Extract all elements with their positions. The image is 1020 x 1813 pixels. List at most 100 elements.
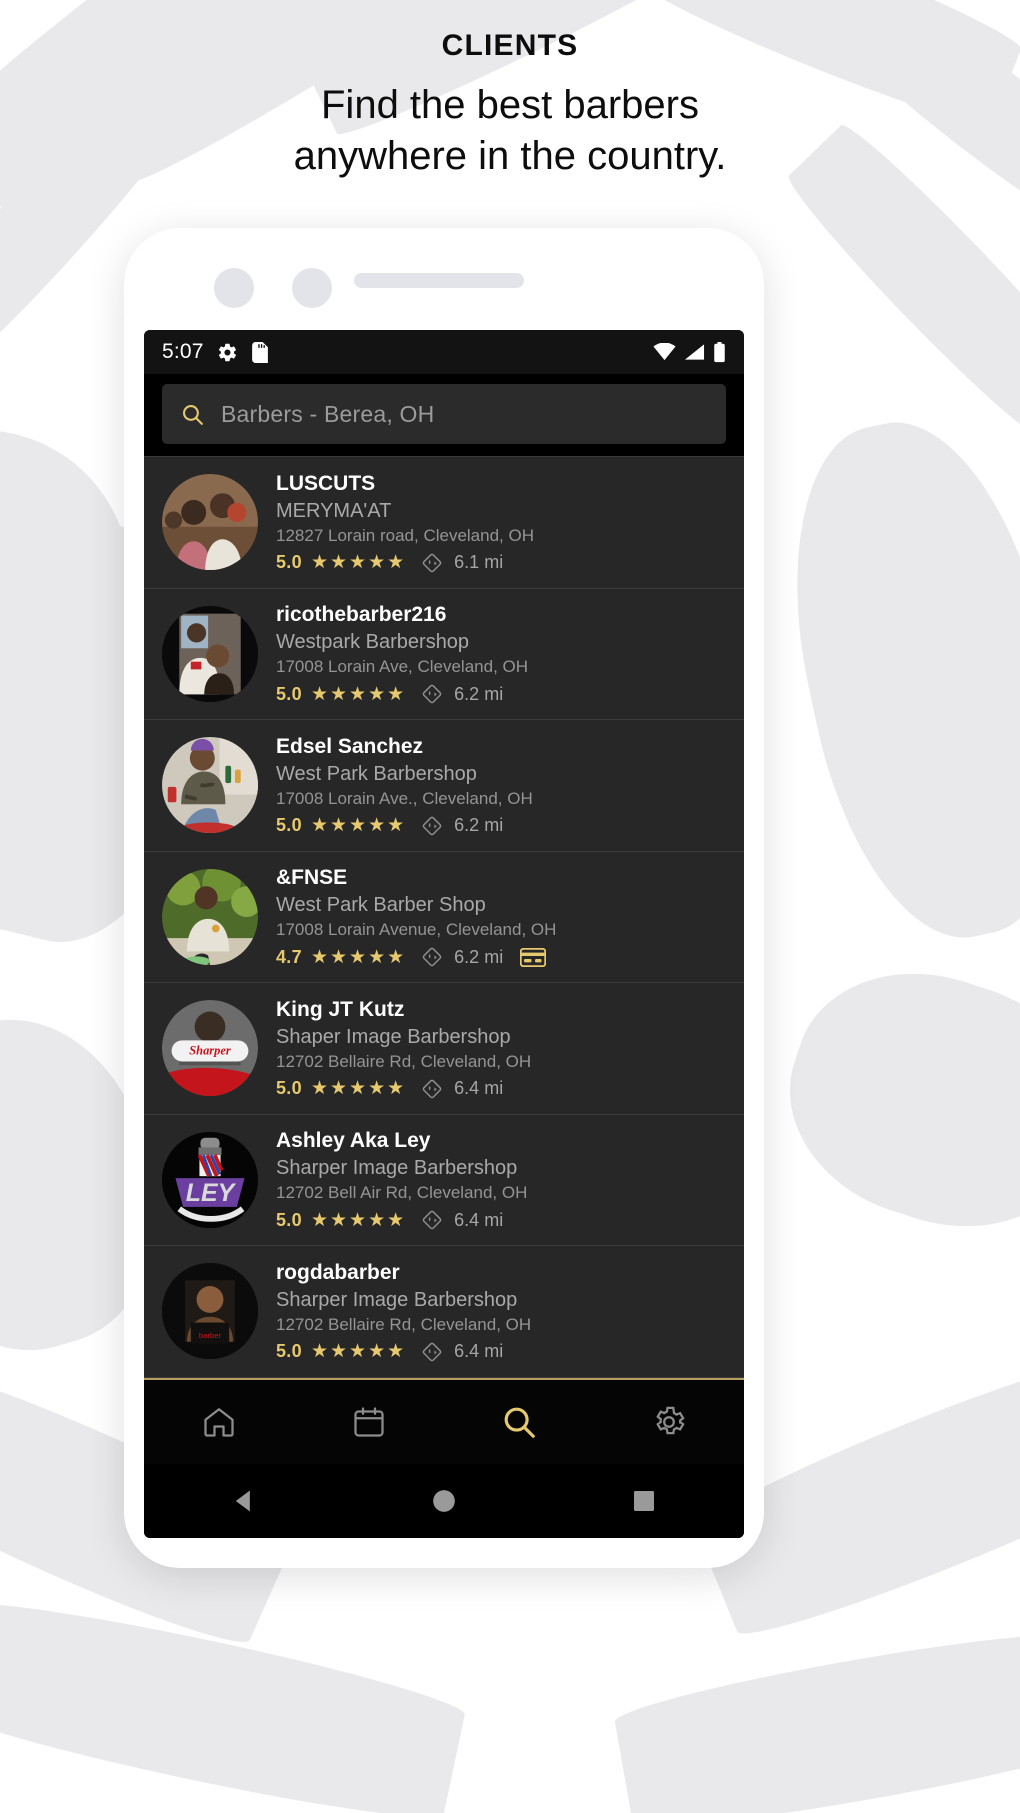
sd-card-icon xyxy=(251,341,269,363)
barber-name: Ashley Aka Ley xyxy=(276,1129,431,1153)
directions-icon xyxy=(421,1341,443,1363)
search-section: Barbers - Berea, OH xyxy=(144,374,744,456)
barber-address: 17008 Lorain Ave, Cleveland, OH xyxy=(276,657,529,677)
directions-icon xyxy=(421,946,443,968)
star-icon: ★ xyxy=(310,683,328,705)
star-icon: ★ xyxy=(349,1341,367,1363)
barber-address: 12702 Bellaire Rd, Cleveland, OH xyxy=(276,1314,532,1334)
barber-result-row[interactable]: Edsel Sanchez West Park Barbershop 17008… xyxy=(144,720,744,852)
gear-icon xyxy=(656,1406,685,1435)
barber-result-row[interactable]: Sharper King JT Kutz Shaper Image Barber… xyxy=(144,983,744,1115)
distance-value: 6.4 mi xyxy=(454,1341,504,1362)
system-back-button[interactable] xyxy=(199,1464,289,1538)
rating-value: 5.0 xyxy=(276,815,302,836)
system-recents-button[interactable] xyxy=(599,1464,689,1538)
front-camera-dot xyxy=(214,268,254,308)
star-icon: ★ xyxy=(368,683,386,705)
android-system-nav[interactable] xyxy=(144,1464,744,1538)
calendar-icon xyxy=(354,1407,384,1437)
barber-result-row[interactable]: LUSCUTS MERYMA'AT 12827 Lorain road, Cle… xyxy=(144,457,744,589)
rating-stars: ★ ★ ★ ★ ★ xyxy=(311,685,404,704)
svg-text:barber: barber xyxy=(199,1331,222,1340)
star-icon: ★ xyxy=(329,1341,348,1363)
cell-signal-icon xyxy=(684,343,705,361)
barber-result-row[interactable]: ricothebarber216 Westpark Barbershop 170… xyxy=(144,588,744,720)
star-icon: ★ xyxy=(349,552,367,574)
distance-value: 6.1 mi xyxy=(454,552,504,573)
nav-item-settings[interactable] xyxy=(626,1379,712,1465)
phone-mockup: 5:07 Barbers - Berea, OH LUSCUTS MERYMA'… xyxy=(124,228,764,1568)
promo-headline-line-2: anywhere in the country. xyxy=(293,134,727,179)
rating-value: 5.0 xyxy=(276,1078,302,1099)
star-icon: ★ xyxy=(349,1078,367,1100)
barber-shop-name: West Park Barbershop xyxy=(276,762,477,785)
search-icon xyxy=(504,1407,535,1438)
gear-icon xyxy=(217,342,238,363)
barber-meta-row: 5.0 ★ ★ ★ ★ ★ 6.1 mi xyxy=(276,552,726,574)
star-icon: ★ xyxy=(387,552,405,574)
home-icon xyxy=(204,1408,234,1437)
avatar xyxy=(162,474,258,571)
system-home-button[interactable] xyxy=(399,1464,489,1538)
phone-screen: 5:07 Barbers - Berea, OH LUSCUTS MERYMA'… xyxy=(144,330,744,1538)
directions-icon xyxy=(421,1209,443,1231)
rating-stars: ★ ★ ★ ★ ★ xyxy=(311,1079,404,1098)
barber-result-row[interactable]: &FNSE West Park Barber Shop 17008 Lorain… xyxy=(144,851,744,983)
barber-address: 12702 Bellaire Rd, Cleveland, OH xyxy=(276,1051,532,1071)
star-icon: ★ xyxy=(329,552,348,574)
barber-result-row[interactable]: LEY Ashley Aka Ley Sharper Image Barbers… xyxy=(144,1114,744,1246)
star-icon: ★ xyxy=(349,946,367,968)
star-icon: ★ xyxy=(368,1209,386,1231)
search-input[interactable]: Barbers - Berea, OH xyxy=(162,384,726,444)
barber-shop-name: Sharper Image Barbershop xyxy=(276,1288,518,1311)
barber-shop-name: Shaper Image Barbershop xyxy=(276,1025,511,1048)
directions-icon xyxy=(421,683,443,705)
barber-meta-row: 4.7 ★ ★ ★ ★ ★ 6.2 mi xyxy=(276,946,726,968)
star-icon: ★ xyxy=(368,1341,386,1363)
rating-value: 5.0 xyxy=(276,1209,302,1230)
earpiece-speaker xyxy=(354,273,524,288)
barber-shop-name: West Park Barber Shop xyxy=(276,894,486,917)
app-bottom-nav[interactable] xyxy=(144,1378,744,1464)
barber-name: &FNSE xyxy=(276,866,348,890)
distance-value: 6.2 mi xyxy=(454,815,504,836)
rating-value: 4.7 xyxy=(276,946,302,967)
avatar: barber xyxy=(162,1263,258,1360)
avatar: LEY xyxy=(162,1131,258,1228)
star-icon: ★ xyxy=(329,683,348,705)
star-icon: ★ xyxy=(310,1341,328,1363)
star-icon: ★ xyxy=(329,1209,348,1231)
distance-value: 6.2 mi xyxy=(454,946,504,967)
star-icon: ★ xyxy=(349,815,367,837)
square-recents-icon xyxy=(634,1491,654,1511)
directions-icon xyxy=(421,1078,443,1100)
star-icon: ★ xyxy=(387,1078,405,1100)
nav-item-calendar[interactable] xyxy=(326,1379,412,1465)
barber-name: King JT Kutz xyxy=(276,997,405,1021)
barber-result-row[interactable]: barber rogdabarber Sharper Image Barbers… xyxy=(144,1246,744,1378)
distance-value: 6.4 mi xyxy=(454,1209,504,1230)
star-icon: ★ xyxy=(349,1209,367,1231)
barber-results-list[interactable]: LUSCUTS MERYMA'AT 12827 Lorain road, Cle… xyxy=(144,456,744,1378)
promo-headline-line-1: Find the best barbers xyxy=(321,83,699,127)
star-icon: ★ xyxy=(368,946,386,968)
android-status-bar: 5:07 xyxy=(144,330,744,374)
status-clock: 5:07 xyxy=(162,340,204,363)
barber-address: 12827 Lorain road, Cleveland, OH xyxy=(276,525,534,545)
star-icon: ★ xyxy=(387,946,405,968)
rating-stars: ★ ★ ★ ★ ★ xyxy=(311,553,404,572)
barber-name: LUSCUTS xyxy=(276,471,376,495)
wifi-icon xyxy=(653,342,676,361)
barber-shop-name: Sharper Image Barbershop xyxy=(276,1157,518,1180)
distance-value: 6.2 mi xyxy=(454,683,504,704)
star-icon: ★ xyxy=(387,1341,405,1363)
front-sensor-dot xyxy=(292,268,332,308)
nav-item-home[interactable] xyxy=(176,1379,262,1465)
star-icon: ★ xyxy=(310,1209,328,1231)
barber-name: Edsel Sanchez xyxy=(276,734,424,758)
barber-shop-name: Westpark Barbershop xyxy=(276,631,470,654)
star-icon: ★ xyxy=(387,815,405,837)
star-icon: ★ xyxy=(387,683,405,705)
search-icon xyxy=(180,402,205,427)
nav-item-search[interactable] xyxy=(476,1379,562,1465)
